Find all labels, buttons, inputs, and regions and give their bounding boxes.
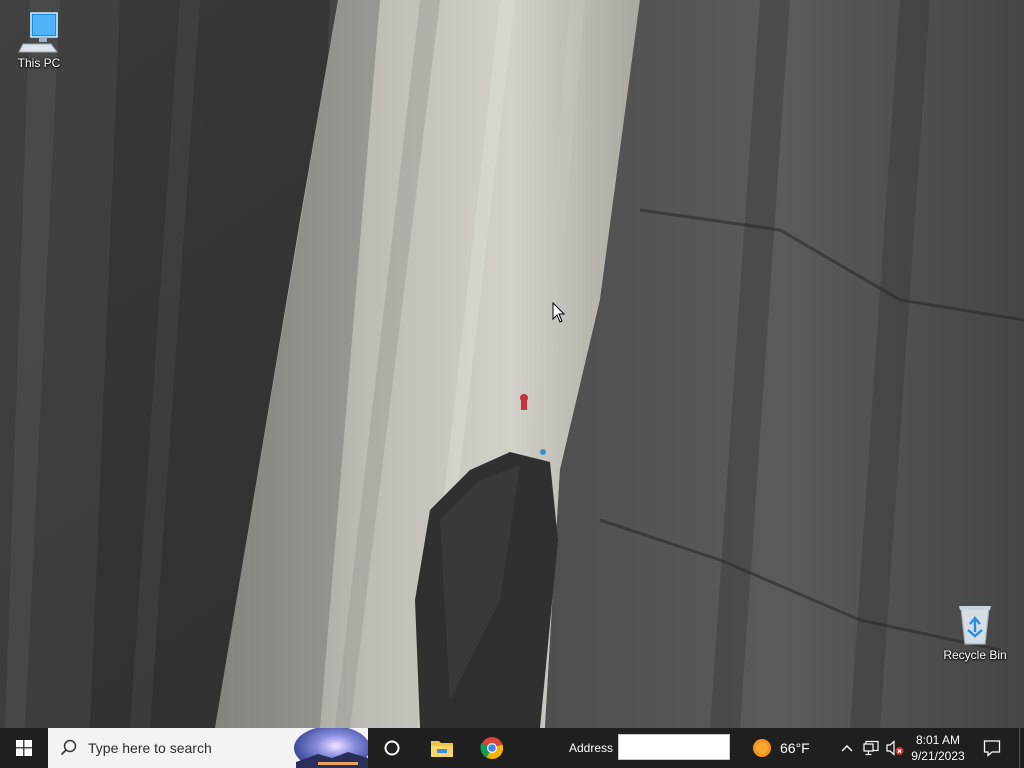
chevron-up-icon <box>841 745 853 752</box>
task-view-button[interactable] <box>372 728 412 768</box>
clock-time: 8:01 AM <box>915 733 961 747</box>
file-explorer-icon <box>431 741 453 757</box>
address-toolbar-label: Address <box>569 741 614 755</box>
action-center-button[interactable] <box>978 728 1006 768</box>
wallpaper-cliff-climbers <box>0 0 1024 728</box>
clock-date: 9/21/2023 <box>911 749 965 763</box>
notification-icon <box>983 740 1001 757</box>
weather-temperature: 66°F <box>780 740 810 756</box>
show-hidden-icons-button[interactable] <box>838 728 856 768</box>
mouse-cursor-icon <box>552 302 566 323</box>
search-placeholder: Type here to search <box>88 740 212 756</box>
chrome-button[interactable] <box>472 728 512 768</box>
chrome-icon <box>480 737 504 760</box>
this-pc-icon <box>18 12 58 53</box>
taskbar: Type here to search Address 66°F 8:01 AM… <box>0 728 1024 768</box>
volume-button[interactable] <box>884 728 906 768</box>
search-highlight-image <box>288 728 368 768</box>
recycle-bin-icon <box>959 606 991 645</box>
desktop-icon-this-pc[interactable]: This PC <box>1 10 77 70</box>
cortana-icon <box>384 740 400 756</box>
desktop-icon-label: Recycle Bin <box>943 648 1007 662</box>
network-button[interactable] <box>860 728 882 768</box>
file-explorer-button[interactable] <box>422 728 462 768</box>
sun-icon <box>753 739 771 757</box>
network-icon <box>863 740 879 756</box>
taskbar-search-box[interactable]: Type here to search <box>48 728 368 768</box>
desktop-icon-label: This PC <box>17 56 61 70</box>
taskbar-clock[interactable]: 8:01 AM 9/21/2023 <box>906 728 970 768</box>
windows-logo-icon <box>16 740 32 756</box>
show-desktop-button[interactable] <box>1019 728 1024 768</box>
desktop: This PC Recycle Bin <box>0 0 1024 728</box>
desktop-icon-recycle-bin[interactable]: Recycle Bin <box>937 602 1013 662</box>
address-input[interactable] <box>618 734 730 760</box>
search-icon <box>60 739 77 756</box>
start-button[interactable] <box>0 728 48 768</box>
volume-muted-icon <box>886 740 904 756</box>
weather-widget[interactable]: 66°F <box>752 728 824 768</box>
